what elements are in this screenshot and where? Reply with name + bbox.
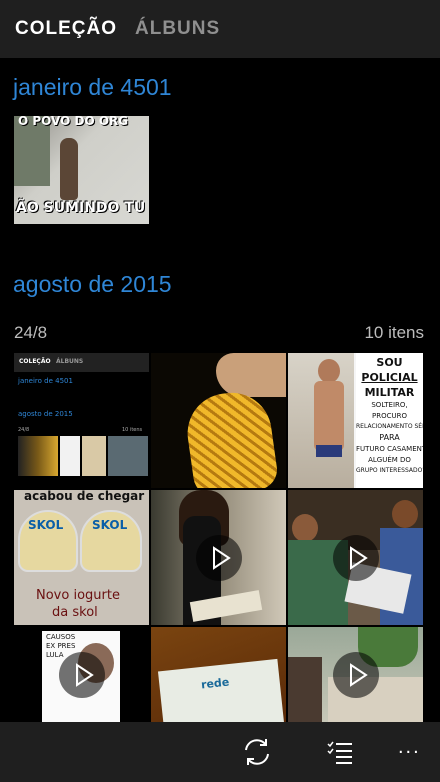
- policial-line: SOU: [376, 356, 403, 369]
- skol-bottom-caption-2: da skol: [52, 605, 98, 620]
- mini-title-2: agosto de 2015: [18, 410, 73, 418]
- mini-date: 24/8: [18, 427, 30, 433]
- tab-collection[interactable]: COLEÇÃO: [15, 18, 117, 40]
- policial-line: ALGUÉM DO: [368, 456, 411, 464]
- policial-line: SOLTEIRO,: [371, 401, 408, 409]
- photo-thumbnail-corn[interactable]: [151, 353, 286, 488]
- lula-line: EX PRES: [46, 642, 76, 650]
- play-icon: [195, 534, 242, 581]
- video-thumbnail-lula[interactable]: CAUSOS EX PRES LULA: [14, 627, 149, 722]
- select-list-icon: [327, 741, 352, 764]
- group-count: 10 itens: [364, 323, 424, 342]
- video-thumbnail-woman[interactable]: [151, 490, 286, 625]
- photo-thumbnail[interactable]: O POVO DO ORG ÃO SUMINDO TU: [14, 116, 149, 224]
- tab-albums[interactable]: ÁLBUNS: [135, 18, 220, 40]
- policial-line: FUTURO CASAMENTO: [356, 445, 423, 453]
- play-icon: [58, 651, 105, 698]
- mini-title-1: janeiro de 4501: [18, 377, 73, 385]
- skol-top-caption: acabou de chegar: [24, 490, 145, 503]
- group-date: 24/8: [14, 323, 48, 342]
- play-icon: [332, 534, 379, 581]
- section-title-jan-4501: janeiro de 4501: [13, 74, 172, 100]
- skol-bottom-caption-1: Novo iogurte: [36, 588, 120, 603]
- policial-line: PROCURO: [372, 412, 407, 420]
- policial-line: MILITAR: [364, 386, 415, 399]
- select-button[interactable]: [320, 732, 360, 772]
- lula-line: CAUSOS: [46, 633, 76, 641]
- policial-text-block: SOU POLICIAL MILITAR SOLTEIRO, PROCURO RELACI…: [356, 355, 423, 488]
- date-group-header[interactable]: 24/8 10 itens: [14, 323, 424, 345]
- video-thumbnail-room[interactable]: [288, 627, 423, 722]
- photo-thumbnail-skol[interactable]: acabou de chegar SKOL SKOL Novo iogurte …: [14, 490, 149, 625]
- skol-brand-right: SKOL: [92, 518, 128, 532]
- policial-line: RELACIONAMENTO SÉRIO: [356, 423, 423, 430]
- mini-count: 10 itens: [122, 427, 143, 433]
- mini-tab-albums: ÁLBUNS: [56, 358, 84, 365]
- pivot-header: COLEÇÃO ÁLBUNS: [0, 0, 440, 58]
- sync-button[interactable]: [237, 732, 277, 772]
- play-icon: [332, 651, 379, 698]
- photo-thumbnail-policial[interactable]: SOU POLICIAL MILITAR SOLTEIRO, PROCURO RELACI…: [288, 353, 423, 488]
- skol-brand-left: SKOL: [28, 518, 64, 532]
- video-thumbnail-men[interactable]: [288, 490, 423, 625]
- app-bar: ...: [0, 722, 440, 782]
- sync-icon: [245, 739, 269, 765]
- photo-caption-bottom: ÃO SUMINDO TU: [16, 200, 146, 216]
- photo-thumbnail-screenshot[interactable]: COLEÇÃO ÁLBUNS janeiro de 4501 agosto de…: [14, 353, 149, 488]
- policial-line: PARA: [379, 433, 400, 442]
- mini-tab-collection: COLEÇÃO: [19, 358, 51, 365]
- more-button[interactable]: ...: [398, 736, 421, 759]
- section-title-aug-2015: agosto de 2015: [13, 271, 172, 297]
- photo-thumbnail-receipt[interactable]: rede: [151, 627, 286, 722]
- photo-caption-top: O POVO DO ORG: [18, 116, 129, 128]
- policial-line: GRUPO INTERESSADO??: [356, 467, 423, 474]
- policial-line: POLICIAL: [361, 371, 418, 384]
